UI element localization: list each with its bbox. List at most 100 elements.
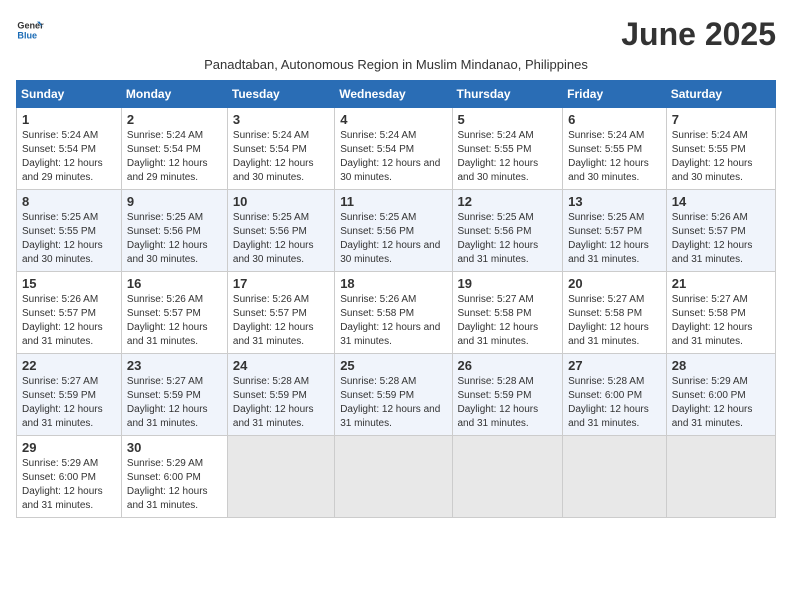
day-number: 2 [127,112,222,127]
day-info: Sunrise: 5:26 AM Sunset: 5:58 PM Dayligh… [340,293,446,349]
calendar-cell: 2 Sunrise: 5:24 AM Sunset: 5:54 PM Daylig… [121,108,227,190]
day-info: Sunrise: 5:29 AM Sunset: 6:00 PM Dayligh… [672,375,770,431]
calendar-cell: 18 Sunrise: 5:26 AM Sunset: 5:58 PM Dayli… [335,272,452,354]
day-info: Sunrise: 5:25 AM Sunset: 5:57 PM Dayligh… [568,211,661,267]
day-number: 14 [672,194,770,209]
calendar-cell: 9 Sunrise: 5:25 AM Sunset: 5:56 PM Daylig… [121,190,227,272]
day-number: 12 [458,194,558,209]
day-number: 19 [458,276,558,291]
day-info: Sunrise: 5:24 AM Sunset: 5:55 PM Dayligh… [568,129,661,185]
calendar-week-4: 22 Sunrise: 5:27 AM Sunset: 5:59 PM Dayli… [17,354,776,436]
day-info: Sunrise: 5:24 AM Sunset: 5:55 PM Dayligh… [458,129,558,185]
calendar-cell: 5Sunrise: 5:24 AM Sunset: 5:55 PM Daylig… [452,108,563,190]
day-number: 17 [233,276,329,291]
day-info: Sunrise: 5:26 AM Sunset: 5:57 PM Dayligh… [672,211,770,267]
calendar-cell [227,436,334,518]
calendar-cell: 26 Sunrise: 5:28 AM Sunset: 5:59 PM Dayli… [452,354,563,436]
day-info: Sunrise: 5:24 AM Sunset: 5:55 PM Dayligh… [672,129,770,185]
day-info: Sunrise: 5:24 AM Sunset: 5:54 PM Dayligh… [233,129,329,185]
day-headers: SundayMondayTuesdayWednesdayThursdayFrid… [17,81,776,108]
day-number: 20 [568,276,661,291]
day-header-friday: Friday [563,81,667,108]
day-number: 9 [127,194,222,209]
calendar-cell: 24 Sunrise: 5:28 AM Sunset: 5:59 PM Dayli… [227,354,334,436]
logo-icon: General Blue [16,16,44,44]
day-info: Sunrise: 5:27 AM Sunset: 5:59 PM Dayligh… [127,375,222,431]
day-header-tuesday: Tuesday [227,81,334,108]
calendar-week-1: 1 Sunrise: 5:24 AM Sunset: 5:54 PM Daylig… [17,108,776,190]
logo: General Blue [16,16,44,44]
day-info: Sunrise: 5:25 AM Sunset: 5:56 PM Dayligh… [233,211,329,267]
day-number: 10 [233,194,329,209]
calendar-cell [563,436,667,518]
calendar-cell [335,436,452,518]
calendar-cell [452,436,563,518]
calendar-cell [666,436,775,518]
calendar-cell: 25 Sunrise: 5:28 AM Sunset: 5:59 PM Dayli… [335,354,452,436]
day-number: 29 [22,440,116,455]
day-info: Sunrise: 5:29 AM Sunset: 6:00 PM Dayligh… [127,457,222,513]
day-info: Sunrise: 5:29 AM Sunset: 6:00 PM Dayligh… [22,457,116,513]
calendar-cell: 23Sunrise: 5:27 AM Sunset: 5:59 PM Dayli… [121,354,227,436]
day-number: 13 [568,194,661,209]
calendar-cell: 1Sunrise: 5:24 AM Sunset: 5:54 PM Daylig… [17,108,122,190]
calendar-cell: 12Sunrise: 5:25 AM Sunset: 5:56 PM Dayli… [452,190,563,272]
day-number: 1 [22,112,116,127]
day-header-sunday: Sunday [17,81,122,108]
calendar-cell: 19 Sunrise: 5:27 AM Sunset: 5:58 PM Dayli… [452,272,563,354]
day-info: Sunrise: 5:24 AM Sunset: 5:54 PM Dayligh… [127,129,222,185]
day-info: Sunrise: 5:25 AM Sunset: 5:55 PM Dayligh… [22,211,116,267]
calendar-week-2: 8 Sunrise: 5:25 AM Sunset: 5:55 PM Daylig… [17,190,776,272]
day-info: Sunrise: 5:25 AM Sunset: 5:56 PM Dayligh… [127,211,222,267]
day-info: Sunrise: 5:28 AM Sunset: 5:59 PM Dayligh… [340,375,446,431]
day-number: 18 [340,276,446,291]
day-number: 11 [340,194,446,209]
day-number: 15 [22,276,116,291]
calendar-cell: 27 Sunrise: 5:28 AM Sunset: 6:00 PM Dayli… [563,354,667,436]
day-number: 30 [127,440,222,455]
svg-text:Blue: Blue [17,30,37,40]
calendar-cell: 8 Sunrise: 5:25 AM Sunset: 5:55 PM Daylig… [17,190,122,272]
day-number: 4 [340,112,446,127]
day-number: 28 [672,358,770,373]
day-number: 21 [672,276,770,291]
calendar-week-5: 29 Sunrise: 5:29 AM Sunset: 6:00 PM Dayli… [17,436,776,518]
day-info: Sunrise: 5:27 AM Sunset: 5:58 PM Dayligh… [458,293,558,349]
day-info: Sunrise: 5:25 AM Sunset: 5:56 PM Dayligh… [340,211,446,267]
day-info: Sunrise: 5:27 AM Sunset: 5:58 PM Dayligh… [672,293,770,349]
day-info: Sunrise: 5:28 AM Sunset: 5:59 PM Dayligh… [233,375,329,431]
day-header-monday: Monday [121,81,227,108]
calendar-cell: 10 Sunrise: 5:25 AM Sunset: 5:56 PM Dayli… [227,190,334,272]
day-header-thursday: Thursday [452,81,563,108]
day-number: 8 [22,194,116,209]
calendar-cell: 17Sunrise: 5:26 AM Sunset: 5:57 PM Dayli… [227,272,334,354]
day-number: 24 [233,358,329,373]
day-number: 16 [127,276,222,291]
calendar-cell: 13 Sunrise: 5:25 AM Sunset: 5:57 PM Dayli… [563,190,667,272]
calendar-cell: 28 Sunrise: 5:29 AM Sunset: 6:00 PM Dayli… [666,354,775,436]
day-info: Sunrise: 5:26 AM Sunset: 5:57 PM Dayligh… [127,293,222,349]
calendar-body: 1 Sunrise: 5:24 AM Sunset: 5:54 PM Daylig… [17,108,776,518]
calendar-week-3: 15 Sunrise: 5:26 AM Sunset: 5:57 PM Dayli… [17,272,776,354]
month-title: June 2025 [621,16,776,53]
calendar-cell: 14 Sunrise: 5:26 AM Sunset: 5:57 PM Dayli… [666,190,775,272]
calendar-cell: 20Sunrise: 5:27 AM Sunset: 5:58 PM Dayli… [563,272,667,354]
day-number: 7 [672,112,770,127]
day-number: 27 [568,358,661,373]
header: General Blue June 2025 [16,16,776,53]
day-number: 6 [568,112,661,127]
calendar-cell: 22Sunrise: 5:27 AM Sunset: 5:59 PM Dayli… [17,354,122,436]
day-info: Sunrise: 5:26 AM Sunset: 5:57 PM Dayligh… [22,293,116,349]
calendar-cell: 16 Sunrise: 5:26 AM Sunset: 5:57 PM Dayli… [121,272,227,354]
day-info: Sunrise: 5:28 AM Sunset: 5:59 PM Dayligh… [458,375,558,431]
day-number: 22 [22,358,116,373]
day-number: 26 [458,358,558,373]
day-info: Sunrise: 5:28 AM Sunset: 6:00 PM Dayligh… [568,375,661,431]
calendar-cell: 3 Sunrise: 5:24 AM Sunset: 5:54 PM Daylig… [227,108,334,190]
day-number: 25 [340,358,446,373]
calendar-cell: 11 Sunrise: 5:25 AM Sunset: 5:56 PM Dayli… [335,190,452,272]
calendar-cell: 15 Sunrise: 5:26 AM Sunset: 5:57 PM Dayli… [17,272,122,354]
calendar-cell: 29 Sunrise: 5:29 AM Sunset: 6:00 PM Dayli… [17,436,122,518]
day-header-wednesday: Wednesday [335,81,452,108]
day-number: 3 [233,112,329,127]
